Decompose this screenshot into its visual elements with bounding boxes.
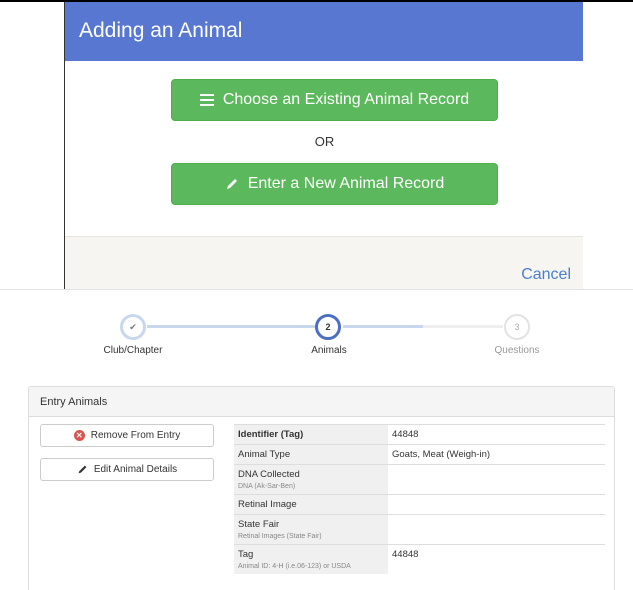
step-connector-completed [147, 325, 315, 328]
table-row: State Fair Retinal Images (State Fair) [234, 514, 605, 545]
row-label: Retinal Image [234, 494, 388, 515]
panel-title: Entry Animals [40, 396, 108, 408]
enter-new-animal-button[interactable]: Enter a New Animal Record [171, 163, 498, 205]
table-row: Animal Type Goats, Meat (Weigh-in) [234, 444, 605, 465]
row-label: DNA Collected [238, 469, 300, 480]
row-value [388, 464, 605, 495]
step-1-check-icon[interactable]: ✔ [120, 314, 146, 340]
row-sublabel: Retinal Images (State Fair) [238, 533, 322, 540]
step-3-label: Questions [494, 345, 540, 356]
step-connector-upcoming [423, 325, 503, 328]
table-row: DNA Collected DNA (Ak-Sar-Ben) [234, 464, 605, 495]
step-3-circle: 3 [504, 314, 530, 340]
modal-title: Adding an Animal [79, 19, 243, 42]
table-row: Retinal Image [234, 494, 605, 515]
edit-animal-details-button[interactable]: Edit Animal Details [40, 458, 214, 481]
row-label: State Fair [238, 519, 280, 530]
pencil-icon [226, 179, 237, 189]
row-label: Tag [238, 549, 254, 560]
row-label: Identifier (Tag) [234, 424, 388, 445]
remove-label: Remove From Entry [90, 430, 181, 441]
cancel-link[interactable]: Cancel [521, 266, 571, 284]
enter-new-label: Enter a New Animal Record [247, 175, 445, 192]
row-value: Goats, Meat (Weigh-in) [388, 444, 605, 465]
animal-details-table: Identifier (Tag) 44848 Animal Type Goats… [234, 424, 605, 574]
section-divider [0, 289, 633, 290]
list-icon [199, 94, 214, 106]
modal-footer: Cancel [65, 236, 583, 289]
row-value [388, 494, 605, 515]
row-label-cell: Tag Animal ID: 4-H (i.e.06-123) or USDA [234, 544, 388, 574]
row-value: 44848 [388, 424, 605, 445]
step-2-label: Animals [311, 345, 347, 356]
row-sublabel: DNA (Ak-Sar-Ben) [238, 483, 296, 490]
row-label-cell: State Fair Retinal Images (State Fair) [234, 514, 388, 545]
page: Adding an Animal Choose an Existing Anim… [0, 0, 633, 590]
or-separator: OR [314, 134, 335, 149]
row-value: 44848 [388, 544, 605, 574]
step-1-label: Club/Chapter [103, 345, 163, 356]
remove-x-icon: ✕ [73, 430, 85, 441]
table-row: Identifier (Tag) 44848 [234, 424, 605, 445]
table-row: Tag Animal ID: 4-H (i.e.06-123) or USDA … [234, 544, 605, 574]
row-sublabel: Animal ID: 4-H (i.e.06-123) or USDA [238, 563, 351, 570]
step-connector-active [343, 325, 423, 328]
entry-animals-panel: Entry Animals ✕ Remove From Entry Edit A… [28, 386, 615, 590]
remove-from-entry-button[interactable]: ✕ Remove From Entry [40, 424, 214, 447]
edit-label: Edit Animal Details [93, 464, 178, 475]
add-animal-modal: Adding an Animal Choose an Existing Anim… [64, 2, 583, 289]
step-2-circle[interactable]: 2 [315, 314, 341, 340]
progress-stepper: ✔ 2 3 Club/Chapter Animals Questions [0, 300, 633, 370]
row-value [388, 514, 605, 545]
modal-header: Adding an Animal [65, 2, 583, 61]
choose-existing-animal-button[interactable]: Choose an Existing Animal Record [171, 79, 498, 121]
pencil-icon [78, 465, 87, 474]
row-label-cell: DNA Collected DNA (Ak-Sar-Ben) [234, 464, 388, 495]
panel-header: Entry Animals [29, 387, 614, 417]
row-label: Animal Type [234, 444, 388, 465]
choose-existing-label: Choose an Existing Animal Record [222, 91, 470, 108]
